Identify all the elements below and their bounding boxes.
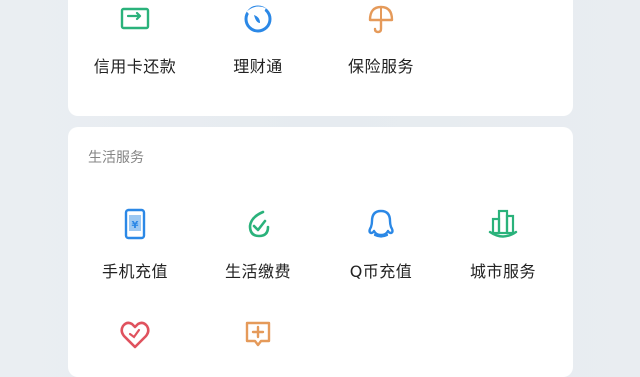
phone-topup-tile[interactable]: ¥ 手机充值 [80, 207, 190, 282]
utility-payment-tile[interactable]: 生活缴费 [203, 207, 313, 282]
credit-card-repay-tile[interactable]: 信用卡还款 [80, 2, 190, 77]
phone-topup-label: 手机充值 [101, 262, 168, 281]
insurance-icon [368, 5, 394, 34]
life-services-card: 生活服务 ¥ 手机充值 生活缴费 Q币充值 城市服务 [68, 127, 573, 377]
city-service-tile[interactable]: 城市服务 [448, 207, 558, 282]
wealth-icon [244, 5, 272, 33]
finance-services-card: 信用卡还款 理财通 保险服务 [68, 0, 573, 116]
health-tile[interactable] [203, 317, 313, 368]
city-service-label: 城市服务 [469, 262, 536, 281]
utility-payment-icon [248, 210, 270, 238]
charity-heart-icon [120, 321, 150, 349]
wealth-label: 理财通 [233, 57, 283, 76]
utility-payment-label: 生活缴费 [224, 262, 291, 281]
phone-topup-icon: ¥ [124, 208, 146, 240]
credit-card-repay-icon [120, 7, 150, 30]
qq-coin-tile[interactable]: Q币充值 [326, 207, 436, 282]
insurance-tile[interactable]: 保险服务 [326, 2, 436, 77]
credit-card-repay-label: 信用卡还款 [93, 57, 177, 76]
health-plus-icon [245, 321, 271, 347]
section-title-life-services: 生活服务 [88, 150, 144, 166]
svg-text:¥: ¥ [132, 220, 139, 231]
charity-tile[interactable] [80, 317, 190, 368]
wealth-tile[interactable]: 理财通 [203, 2, 313, 77]
qq-coin-icon [368, 209, 394, 238]
city-service-icon [488, 209, 518, 238]
qq-coin-label: Q币充值 [349, 262, 413, 281]
insurance-label: 保险服务 [347, 57, 414, 76]
